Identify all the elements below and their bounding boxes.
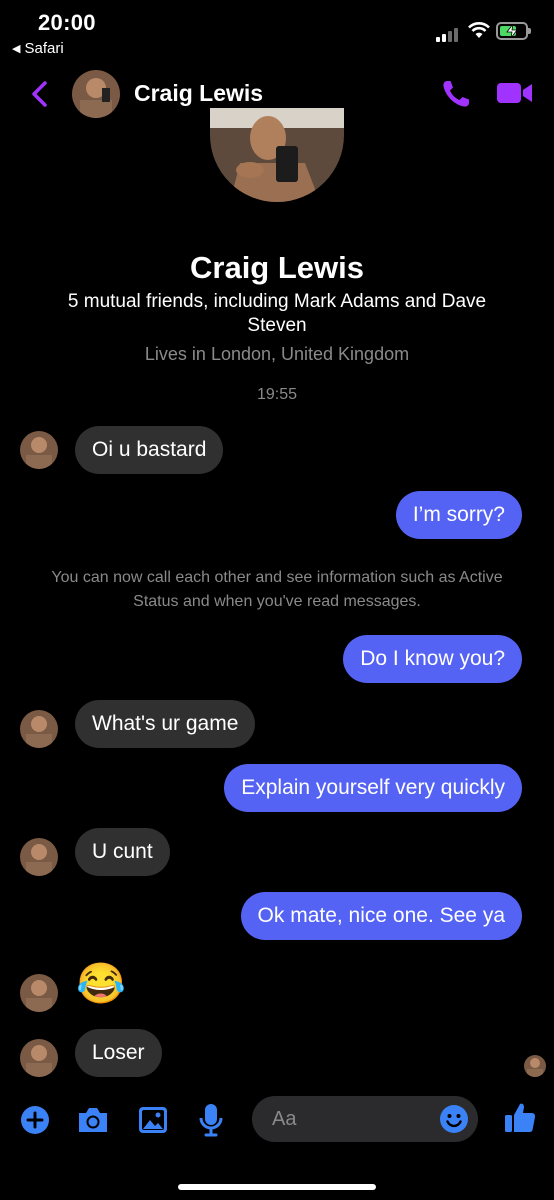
cellular-signal-icon bbox=[436, 26, 458, 42]
status-time: 20:00 bbox=[38, 10, 96, 35]
system-message: You can now call each other and see info… bbox=[51, 569, 503, 610]
message-input[interactable]: Aa bbox=[252, 1096, 478, 1142]
read-receipt-avatar bbox=[524, 1055, 546, 1077]
emoji-message[interactable]: 😂 bbox=[76, 960, 126, 1008]
message-bubble-outgoing[interactable]: Explain yourself very quickly bbox=[224, 764, 522, 812]
conversation-timestamp: 19:55 bbox=[256, 386, 298, 403]
back-to-safari[interactable]: ◀ Safari bbox=[12, 40, 64, 57]
emoji-picker-icon[interactable] bbox=[439, 1104, 469, 1134]
battery-charging-icon bbox=[496, 22, 531, 40]
sender-avatar[interactable] bbox=[20, 710, 58, 748]
message-bubble-incoming[interactable]: Loser bbox=[75, 1029, 162, 1077]
microphone-icon[interactable] bbox=[199, 1103, 223, 1137]
message-bubble-outgoing[interactable]: Do I know you? bbox=[343, 635, 522, 683]
camera-icon[interactable] bbox=[76, 1106, 110, 1134]
sender-avatar[interactable] bbox=[20, 1039, 58, 1077]
sender-avatar[interactable] bbox=[20, 974, 58, 1012]
plus-icon[interactable] bbox=[20, 1105, 50, 1135]
profile-photo bbox=[210, 108, 344, 202]
back-triangle-icon: ◀ bbox=[12, 43, 21, 55]
home-indicator[interactable] bbox=[178, 1184, 376, 1190]
phone-call-icon[interactable] bbox=[440, 78, 472, 110]
header-contact-name[interactable]: Craig Lewis bbox=[134, 80, 263, 107]
message-input-placeholder: Aa bbox=[272, 1108, 297, 1130]
back-app-label: Safari bbox=[24, 40, 64, 57]
sender-avatar[interactable] bbox=[20, 431, 58, 469]
video-call-icon[interactable] bbox=[496, 80, 534, 106]
message-bubble-outgoing[interactable]: I’m sorry? bbox=[395, 491, 522, 539]
mutual-friends-text: 5 mutual friends, including Mark Adams a… bbox=[67, 291, 487, 336]
thumbs-up-icon[interactable] bbox=[503, 1101, 537, 1135]
message-bubble-incoming[interactable]: Oi u bastard bbox=[75, 426, 224, 474]
back-chevron-icon[interactable] bbox=[28, 80, 50, 108]
wifi-icon bbox=[468, 22, 490, 38]
header-avatar[interactable] bbox=[72, 70, 120, 118]
location-text: Lives in London, United Kingdom bbox=[144, 344, 410, 364]
profile-name: Craig Lewis bbox=[190, 250, 364, 285]
message-bubble-incoming[interactable]: What's ur game bbox=[75, 700, 256, 748]
gallery-icon[interactable] bbox=[137, 1105, 169, 1135]
sender-avatar[interactable] bbox=[20, 838, 58, 876]
message-bubble-outgoing[interactable]: Ok mate, nice one. See ya bbox=[240, 892, 522, 940]
message-bubble-incoming[interactable]: U cunt bbox=[75, 828, 170, 876]
